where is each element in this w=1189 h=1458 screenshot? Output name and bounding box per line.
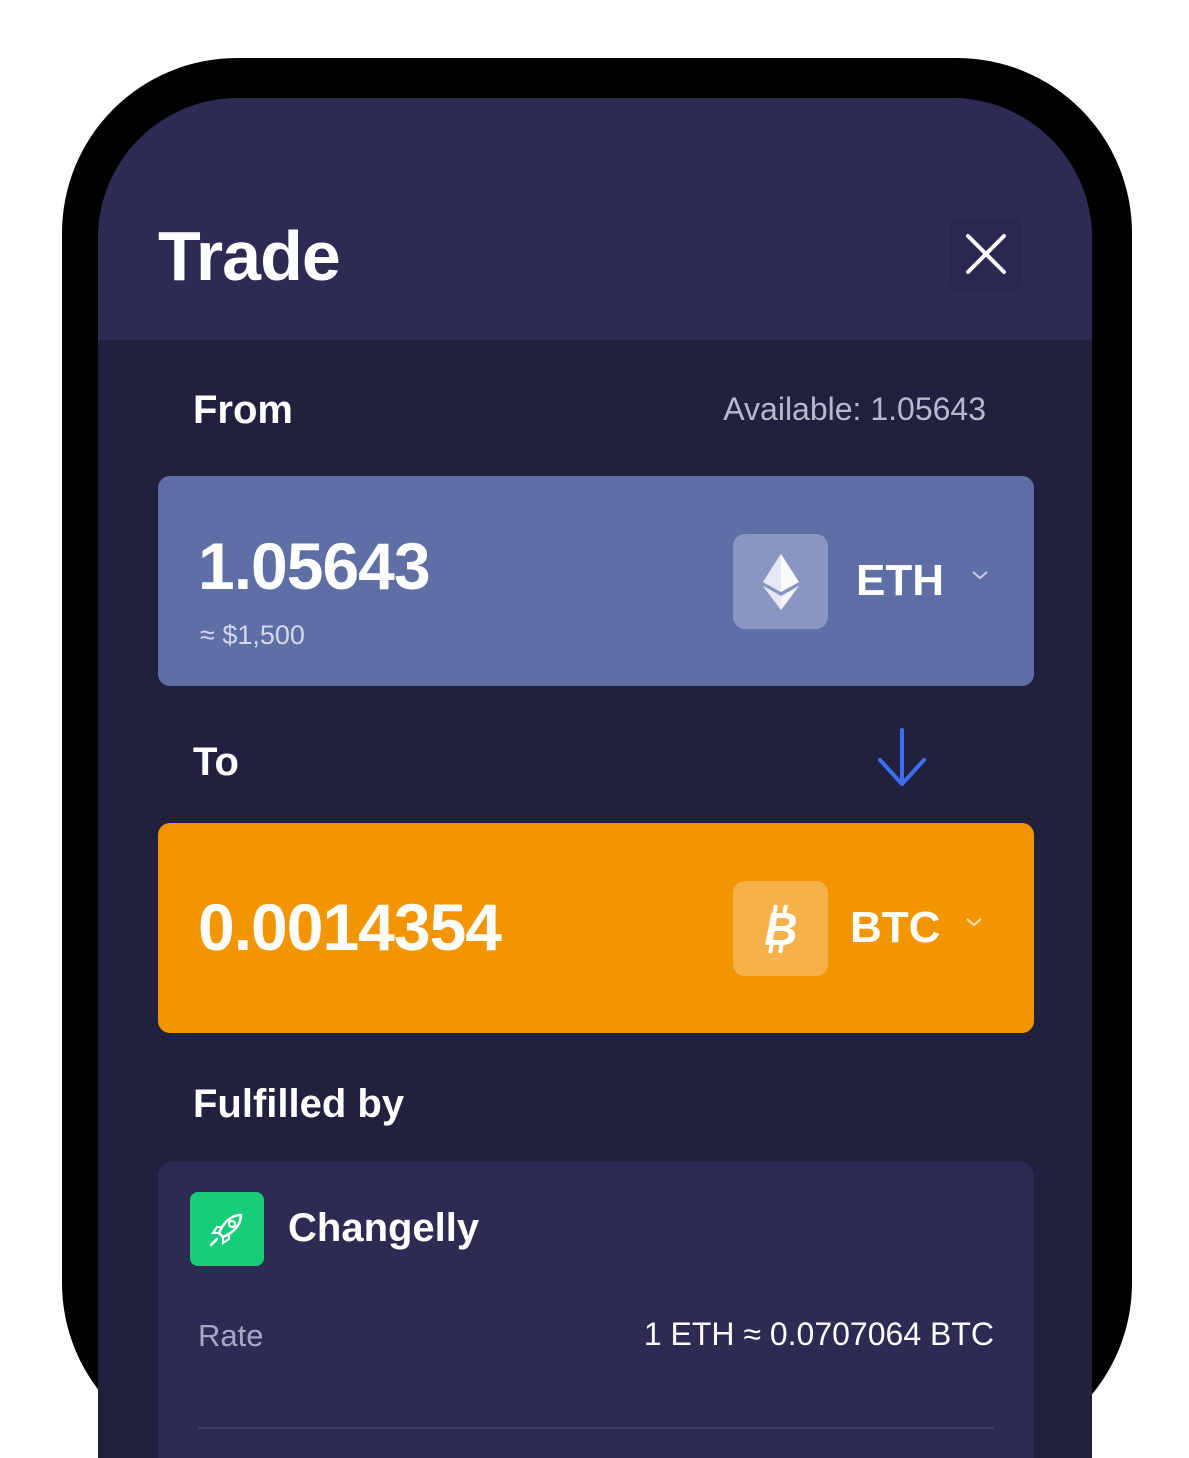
eth-coin-badge[interactable] bbox=[733, 534, 828, 629]
provider-name: Changelly bbox=[288, 1206, 480, 1250]
rocket-icon bbox=[209, 1213, 243, 1247]
divider bbox=[198, 1427, 994, 1429]
chevron-down-icon[interactable] bbox=[964, 915, 984, 929]
provider-card[interactable]: Changelly Rate 1 ETH ≈ 0.0707064 BTC bbox=[158, 1162, 1034, 1458]
available-balance: Available: 1.05643 bbox=[723, 391, 986, 427]
header: Trade bbox=[98, 98, 1092, 340]
close-icon bbox=[966, 234, 1006, 274]
page-title: Trade bbox=[158, 217, 341, 295]
chevron-down-icon[interactable] bbox=[970, 568, 990, 582]
provider-logo bbox=[190, 1192, 264, 1266]
to-amount-value[interactable]: 0.0014354 bbox=[198, 889, 502, 965]
to-amount-card[interactable]: 0.0014354 B BTC bbox=[158, 823, 1034, 1033]
btc-coin-badge[interactable]: B bbox=[733, 881, 828, 976]
from-amount-card[interactable]: 1.05643 ≈ $1,500 ETH bbox=[158, 476, 1034, 686]
to-ticker[interactable]: BTC bbox=[850, 903, 940, 953]
from-ticker[interactable]: ETH bbox=[856, 556, 944, 606]
to-label: To bbox=[193, 740, 239, 784]
swap-arrow-icon[interactable] bbox=[874, 726, 930, 790]
rate-label: Rate bbox=[198, 1318, 264, 1353]
close-button[interactable] bbox=[950, 218, 1022, 290]
ethereum-icon bbox=[762, 553, 799, 610]
bitcoin-icon: B bbox=[764, 903, 797, 955]
from-fiat-value: ≈ $1,500 bbox=[200, 620, 305, 650]
trade-screen: Trade From Available: 1.05643 1.05643 ≈ … bbox=[98, 98, 1092, 1458]
fulfilled-by-label: Fulfilled by bbox=[193, 1082, 405, 1126]
from-amount-input[interactable]: 1.05643 bbox=[198, 528, 431, 604]
from-label: From bbox=[193, 388, 293, 432]
rate-value: 1 ETH ≈ 0.0707064 BTC bbox=[643, 1316, 994, 1352]
